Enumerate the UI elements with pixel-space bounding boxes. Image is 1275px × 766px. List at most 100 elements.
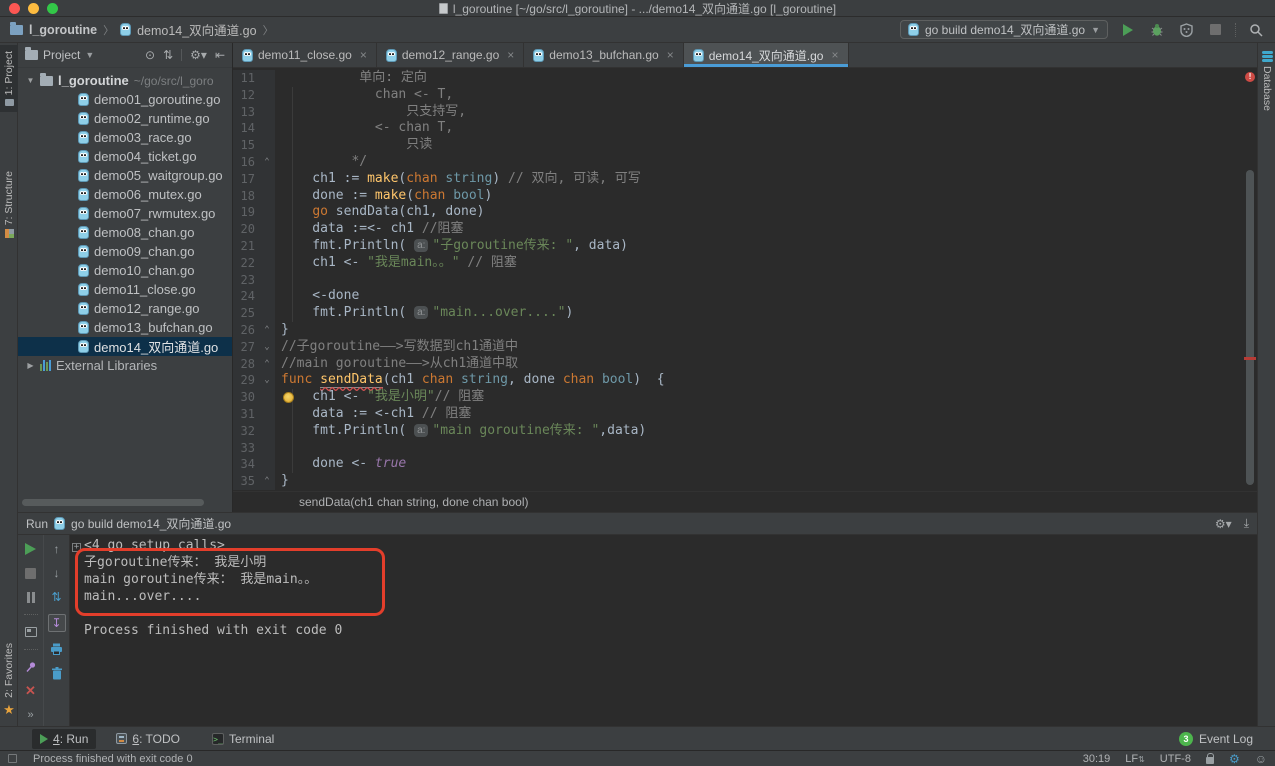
debug-button[interactable]: [1148, 21, 1166, 39]
code-line[interactable]: 25 fmt.Println( a:"main...over...."): [233, 305, 1257, 322]
line-separator[interactable]: LF⇅: [1125, 753, 1145, 765]
prev-occurrence-button[interactable]: ↑: [50, 542, 64, 556]
collapse-all-button[interactable]: ⇅: [163, 48, 173, 62]
gear-icon[interactable]: ⚙▾: [1215, 517, 1232, 531]
code-line[interactable]: 32 fmt.Println( a:"main goroutine传来: ",d…: [233, 423, 1257, 440]
toolwindow-button-todo[interactable]: 6: TODO: [108, 729, 188, 749]
console-output[interactable]: +<4 go setup calls>子goroutine传来： 我是小明mai…: [70, 535, 1257, 726]
locate-file-button[interactable]: ⊙: [145, 48, 155, 62]
close-tab-icon[interactable]: ×: [507, 48, 514, 62]
code-line[interactable]: 21 fmt.Println( a:"子goroutine传来: ", data…: [233, 238, 1257, 255]
restore-layout-button[interactable]: [24, 625, 38, 639]
code-line[interactable]: 18 done := make(chan bool): [233, 188, 1257, 205]
print-button[interactable]: [50, 642, 64, 656]
pause-output-button[interactable]: [24, 590, 38, 604]
soft-wrap-button[interactable]: ⇅: [50, 590, 64, 604]
toolwindow-button-run[interactable]: 4: Run: [32, 729, 96, 749]
code-line[interactable]: 34 done <- true: [233, 456, 1257, 473]
project-tree-file[interactable]: demo14_双向通道.go: [18, 337, 232, 356]
next-occurrence-button[interactable]: ↓: [50, 566, 64, 580]
editor-tab[interactable]: demo13_bufchan.go×: [524, 43, 683, 67]
pin-tab-button[interactable]: [24, 660, 38, 674]
scrollbar-thumb[interactable]: [1246, 170, 1254, 485]
code-line[interactable]: 29⌄func sendData(ch1 chan string, done c…: [233, 372, 1257, 389]
breadcrumb-file[interactable]: demo14_双向通道.go: [137, 20, 257, 39]
chevron-down-icon[interactable]: ▼: [85, 50, 94, 60]
rerun-button[interactable]: [24, 542, 38, 556]
fold-marker-icon[interactable]: ⌄: [259, 339, 275, 356]
caret-position[interactable]: 30:19: [1083, 753, 1111, 765]
code-line[interactable]: 35⌃}: [233, 473, 1257, 490]
project-tree-file[interactable]: demo10_chan.go: [18, 261, 232, 280]
close-panel-button[interactable]: ✕: [24, 684, 38, 698]
code-line[interactable]: 22 ch1 <- "我是main。。" // 阻塞: [233, 255, 1257, 272]
editor-tab[interactable]: demo11_close.go×: [233, 43, 377, 67]
fold-marker-icon[interactable]: ⌃: [259, 473, 275, 490]
toolwindow-tab-favorites[interactable]: 2: Favorites ★: [0, 643, 18, 718]
project-tree-file[interactable]: demo06_mutex.go: [18, 185, 232, 204]
gear-icon[interactable]: ⚙: [1229, 752, 1240, 766]
editor-tab[interactable]: demo14_双向通道.go×: [684, 43, 849, 67]
code-line[interactable]: 11 单向: 定向: [233, 70, 1257, 87]
close-window-button[interactable]: [9, 3, 20, 14]
code-line[interactable]: 20 data :=<- ch1 //阻塞: [233, 221, 1257, 238]
stop-button[interactable]: [1206, 21, 1224, 39]
code-line[interactable]: 28⌃//main goroutine——>从ch1通道中取: [233, 356, 1257, 373]
inspections-face-icon[interactable]: ☺: [1255, 752, 1267, 766]
code-line[interactable]: 15 只读: [233, 137, 1257, 154]
code-line[interactable]: 23: [233, 272, 1257, 289]
fold-marker-icon[interactable]: ⌃: [259, 356, 275, 373]
toolwindow-button-terminal[interactable]: >_ Terminal: [204, 729, 282, 749]
fold-marker-icon[interactable]: ⌃: [259, 322, 275, 339]
stop-process-button[interactable]: [24, 566, 38, 580]
file-encoding[interactable]: UTF-8: [1160, 753, 1191, 765]
project-tree-file[interactable]: demo05_waitgroup.go: [18, 166, 232, 185]
console-fold-text[interactable]: <4 go setup calls>: [84, 538, 225, 553]
search-everywhere-button[interactable]: [1247, 21, 1265, 39]
code-line[interactable]: 26⌃}: [233, 322, 1257, 339]
close-tab-icon[interactable]: ×: [831, 48, 838, 62]
code-line[interactable]: 16⌃ */: [233, 154, 1257, 171]
expander-down-icon[interactable]: ▼: [26, 76, 35, 85]
zoom-window-button[interactable]: [47, 3, 58, 14]
code-line[interactable]: 14 <- chan T,: [233, 120, 1257, 137]
code-line[interactable]: 24 <-done: [233, 288, 1257, 305]
project-tree-file[interactable]: demo04_ticket.go: [18, 147, 232, 166]
code-line[interactable]: 12 chan <- T,: [233, 87, 1257, 104]
toolwindow-tab-structure[interactable]: 7: Structure: [0, 171, 18, 238]
project-tree-file[interactable]: demo08_chan.go: [18, 223, 232, 242]
project-tree-file[interactable]: demo09_chan.go: [18, 242, 232, 261]
hide-panel-button[interactable]: ⤓: [1244, 516, 1249, 531]
close-tab-icon[interactable]: ×: [667, 48, 674, 62]
code-line[interactable]: 17 ch1 := make(chan string) // 双向, 可读, 可…: [233, 171, 1257, 188]
project-tree-external-libraries[interactable]: ▶ External Libraries: [18, 356, 232, 375]
editor-tab[interactable]: demo12_range.go×: [377, 43, 524, 67]
clear-all-button[interactable]: [50, 666, 64, 680]
project-tree-file[interactable]: demo02_runtime.go: [18, 109, 232, 128]
code-line[interactable]: 27⌄//子goroutine——>写数据到ch1通道中: [233, 339, 1257, 356]
error-indicator-icon[interactable]: !: [1245, 72, 1255, 82]
fold-marker-icon[interactable]: ⌃: [259, 154, 275, 171]
toolwindow-tab-project[interactable]: 1: Project: [0, 45, 18, 112]
code-line[interactable]: 33: [233, 440, 1257, 457]
run-button[interactable]: [1119, 21, 1137, 39]
project-tree-file[interactable]: demo12_range.go: [18, 299, 232, 318]
error-stripe-mark[interactable]: [1244, 357, 1256, 360]
code-line[interactable]: 13 只支持写,: [233, 104, 1257, 121]
project-tree-file[interactable]: demo11_close.go: [18, 280, 232, 299]
expander-right-icon[interactable]: ▶: [26, 361, 35, 370]
code-line[interactable]: 30 ch1 <- "我是小明"// 阻塞: [233, 389, 1257, 406]
breadcrumb-project[interactable]: l_goroutine: [29, 23, 97, 37]
expand-fold-icon[interactable]: +: [72, 543, 81, 552]
editor-scrollbar[interactable]: !: [1243, 68, 1257, 491]
project-tree-file[interactable]: demo03_race.go: [18, 128, 232, 147]
editor[interactable]: 11 单向: 定向12 chan <- T,13 只支持写,14 <- chan…: [233, 68, 1257, 491]
project-tree-root[interactable]: ▼ l_goroutine ~/go/src/l_goro: [18, 71, 232, 90]
minimize-window-button[interactable]: [28, 3, 39, 14]
fold-marker-icon[interactable]: ⌄: [259, 372, 275, 389]
scroll-to-end-button[interactable]: ↧: [48, 614, 66, 632]
more-actions-button[interactable]: »: [24, 708, 38, 722]
horizontal-scrollbar[interactable]: [22, 499, 204, 506]
hide-panel-button[interactable]: ⇤: [215, 48, 225, 62]
close-tab-icon[interactable]: ×: [360, 48, 367, 62]
